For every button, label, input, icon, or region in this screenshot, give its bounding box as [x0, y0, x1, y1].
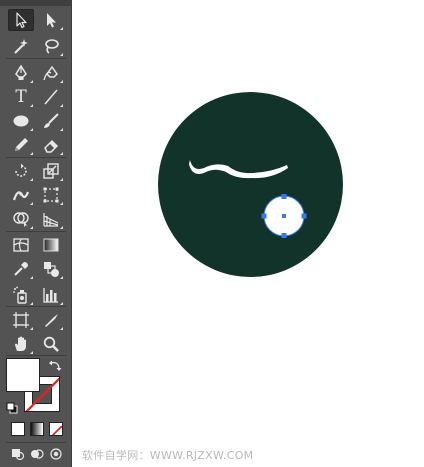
- slice-icon: [45, 314, 58, 327]
- scale-icon: [43, 163, 59, 179]
- artboard-icon: [13, 312, 29, 328]
- gradient-icon: [43, 238, 59, 252]
- anchor-point-left[interactable]: [261, 213, 267, 219]
- type-tool[interactable]: T: [8, 86, 34, 108]
- shape-builder-icon: [13, 212, 29, 227]
- magic-wand-tool[interactable]: [8, 35, 34, 57]
- eyedropper-icon: [14, 262, 28, 276]
- arrow-icon: [16, 12, 27, 29]
- tools-divider: [6, 355, 66, 356]
- anchor-point-bottom[interactable]: [281, 233, 287, 238]
- eraser-tool[interactable]: [38, 134, 64, 156]
- dark-green-circle-shape[interactable]: [158, 92, 343, 277]
- tools-divider: [6, 306, 66, 307]
- anchor-point-right[interactable]: [301, 213, 307, 219]
- selected-white-circle-shape[interactable]: [258, 193, 310, 243]
- tools-panel-header[interactable]: [0, 0, 72, 6]
- column-graph-icon: [43, 288, 58, 303]
- pen-tool[interactable]: [8, 62, 34, 84]
- type-icon: T: [15, 87, 27, 107]
- brush-icon: [44, 113, 59, 128]
- tools-divider: [6, 58, 66, 59]
- width-tool[interactable]: [8, 184, 34, 206]
- slice-tool[interactable]: [38, 309, 64, 331]
- pen-icon: [15, 64, 27, 80]
- artboard-tool[interactable]: [8, 309, 34, 331]
- pencil-icon: [15, 138, 28, 151]
- blend-icon: [44, 262, 59, 277]
- blend-tool[interactable]: [38, 258, 64, 280]
- rotate-tool[interactable]: [8, 160, 34, 182]
- symbol-sprayer-tool[interactable]: [8, 284, 34, 306]
- scale-tool[interactable]: [38, 160, 64, 182]
- fill-color-swatch[interactable]: [6, 358, 40, 392]
- white-arrow-icon: [47, 13, 56, 28]
- free-transform-icon: [43, 187, 59, 203]
- hand-icon: [15, 336, 26, 351]
- paintbrush-tool[interactable]: [38, 110, 64, 132]
- lasso-icon: [45, 39, 59, 54]
- curvature-pen-icon: [43, 65, 58, 81]
- white-brush-stroke-shape[interactable]: [186, 152, 292, 182]
- draw-behind-button[interactable]: [29, 447, 45, 461]
- mesh-tool[interactable]: [8, 234, 34, 256]
- color-mode-button[interactable]: [11, 422, 25, 436]
- tools-panel: T: [0, 0, 72, 467]
- tools-divider: [6, 231, 66, 232]
- free-transform-tool[interactable]: [38, 184, 64, 206]
- none-mode-button[interactable]: [49, 422, 63, 436]
- gradient-tool[interactable]: [38, 234, 64, 256]
- mesh-icon: [13, 238, 29, 252]
- symbol-sprayer-icon: [13, 286, 27, 304]
- hand-tool[interactable]: [8, 333, 34, 355]
- anchor-point-top[interactable]: [281, 194, 287, 199]
- center-point: [282, 214, 286, 218]
- draw-inside-icon: [50, 448, 62, 460]
- width-icon: [12, 191, 30, 201]
- lasso-tool[interactable]: [38, 35, 64, 57]
- none-slash-icon: [51, 425, 62, 435]
- line-icon: [44, 89, 58, 105]
- default-colors-icon[interactable]: [6, 399, 18, 414]
- zoom-icon: [43, 336, 59, 352]
- eyedropper-tool[interactable]: [8, 258, 34, 280]
- magic-wand-icon: [14, 39, 28, 54]
- ellipse-icon: [13, 115, 29, 127]
- eraser-icon: [44, 139, 59, 153]
- zoom-tool[interactable]: [38, 333, 64, 355]
- perspective-grid-tool[interactable]: [38, 208, 64, 230]
- direct-selection-tool[interactable]: [38, 9, 64, 31]
- rotate-icon: [15, 163, 27, 177]
- draw-behind-icon: [31, 449, 44, 459]
- watermark-text: 软件自学网：WWW.RJZXW.COM: [82, 449, 254, 462]
- shape-builder-tool[interactable]: [8, 208, 34, 230]
- draw-inside-button[interactable]: [48, 447, 64, 461]
- pencil-tool[interactable]: [8, 134, 34, 156]
- ellipse-tool[interactable]: [8, 110, 34, 132]
- column-graph-tool[interactable]: [38, 284, 64, 306]
- swap-fill-stroke-icon[interactable]: [48, 358, 62, 372]
- line-segment-tool[interactable]: [38, 86, 64, 108]
- perspective-grid-icon: [43, 213, 59, 227]
- tools-divider: [6, 442, 66, 443]
- selection-tool[interactable]: [8, 9, 34, 31]
- gradient-mode-button[interactable]: [30, 422, 44, 436]
- tools-divider: [6, 157, 66, 158]
- draw-normal-icon: [12, 449, 25, 461]
- draw-normal-button[interactable]: [10, 447, 26, 461]
- curvature-tool[interactable]: [38, 62, 64, 84]
